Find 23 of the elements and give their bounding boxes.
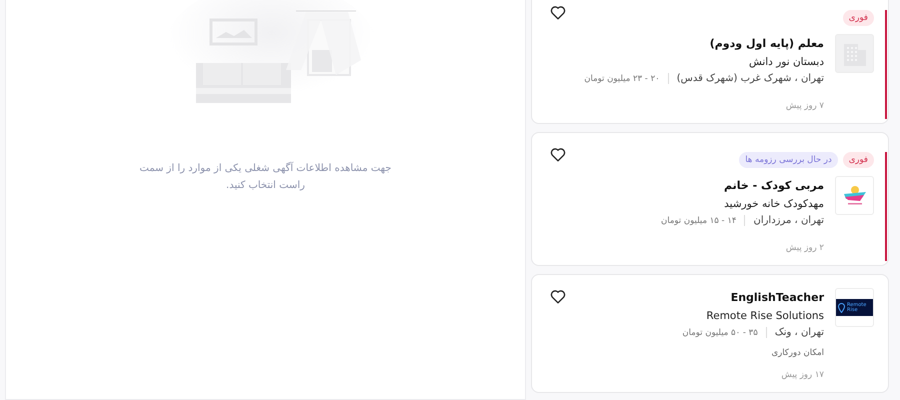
job-card[interactable]: فوری معلم (پایه اول ودوم) دبستان نور دانش تهران ، شهرک غرب (شهرک قدس) ۲۰ - ۲۳ میلیون تومان ۷ روز پیش	[531, 0, 889, 124]
salary-range: ۲۰ - ۲۳ میلیون تومان	[584, 74, 660, 84]
company-name: دبستان نور دانش	[748, 55, 824, 70]
urgent-tag: فوری	[842, 152, 874, 168]
status-tag: در حال بررسی رزومه ها	[739, 152, 838, 168]
job-title: مربی کودک - خانم	[723, 178, 824, 194]
salary-range: ۳۵ - ۵۰ میلیون تومان	[682, 328, 758, 338]
job-location: تهران ، ونک	[774, 327, 824, 338]
empty-state-message: جهت مشاهده اطلاعات آگهی شغلی یکی از موارد را از سمت راست انتخاب کنید.	[138, 160, 392, 193]
company-name: Remote Rise Solutions	[705, 309, 824, 324]
job-title: EnglishTeacher	[730, 290, 824, 306]
posted-time: ۷ روز پیش	[784, 101, 824, 111]
job-location: تهران ، مرزداران	[753, 215, 824, 226]
posted-time: ۱۷ روز پیش	[780, 370, 824, 380]
urgent-tag: فوری	[842, 10, 874, 26]
job-location: تهران ، شهرک غرب (شهرک قدس)	[676, 73, 824, 84]
company-name: مهدکودک خانه خورشید	[723, 197, 824, 212]
pin-icon	[838, 302, 845, 312]
salary-range: ۱۴ - ۱۵ میلیون تومان	[661, 216, 736, 226]
remote-note: امکان دورکاری	[770, 348, 824, 358]
posted-time: ۲ روز پیش	[784, 243, 824, 253]
job-card[interactable]: فوری در حال بررسی رزومه ها مربی کودک - خانم مهدکودک خانه خورشید تهران ، مرزداران ۱۴ - ۱۵ میلیون تومان ۲ روز پیش	[531, 132, 889, 266]
job-title: معلم (پایه اول ودوم)	[708, 36, 824, 52]
